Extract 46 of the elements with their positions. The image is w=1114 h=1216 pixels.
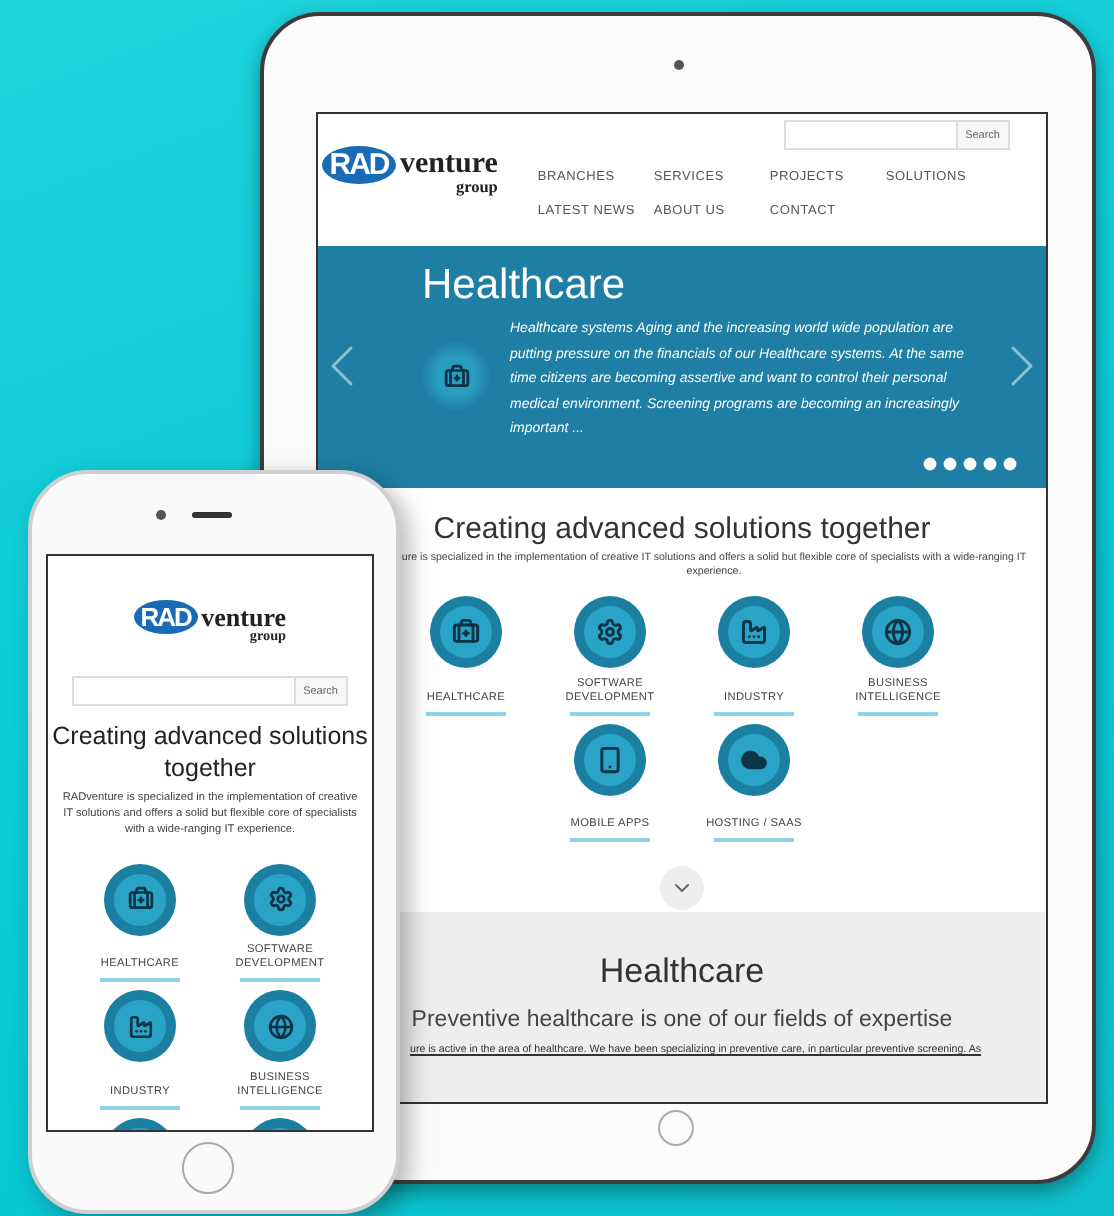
service-icon-circle[interactable] xyxy=(244,990,316,1063)
label-underline xyxy=(100,978,180,983)
speaker-grille xyxy=(192,512,232,518)
service-icon-circle[interactable] xyxy=(574,723,646,796)
feature-subtitle: Preventive healthcare is one of our fields of expertise xyxy=(411,1008,953,1032)
medical-kit-icon xyxy=(422,342,490,410)
label-underline xyxy=(100,1105,180,1110)
globe-icon xyxy=(884,618,912,647)
section-heading: Creating advanced solutions together xyxy=(433,512,931,546)
cloud-icon xyxy=(740,745,768,774)
factory-icon xyxy=(740,618,768,647)
smartphone-icon xyxy=(596,745,624,774)
service-icon-circle[interactable] xyxy=(862,596,934,669)
label-underline xyxy=(570,711,650,716)
hero-title: Healthcare xyxy=(422,262,628,310)
logo-wordmark: venture xyxy=(201,601,287,633)
feature-title: Healthcare xyxy=(599,952,765,992)
service-icon-circle[interactable] xyxy=(430,596,502,669)
logo-wordmark: venture xyxy=(400,148,498,182)
medical-kit-icon xyxy=(452,618,480,647)
service-icon-circle[interactable] xyxy=(718,596,790,669)
service-icon-circle[interactable] xyxy=(104,990,176,1063)
service-icon-circle[interactable] xyxy=(718,723,790,796)
service-icon-circle[interactable] xyxy=(574,596,646,669)
scroll-down-button[interactable] xyxy=(660,866,704,910)
medical-kit-icon xyxy=(127,886,153,913)
camera-icon xyxy=(674,60,684,70)
label-underline xyxy=(240,978,320,983)
label-underline xyxy=(714,711,794,716)
logo-tagline: group xyxy=(455,180,498,197)
logo-mark: RAD xyxy=(133,600,198,634)
camera-icon xyxy=(156,510,166,520)
label-underline xyxy=(240,1105,320,1110)
factory-icon xyxy=(127,1013,153,1040)
label-underline xyxy=(858,711,938,716)
section-heading: Creating advanced solutions together xyxy=(50,722,370,785)
service-icon-circle[interactable] xyxy=(244,863,316,936)
carousel-dots-icon[interactable] xyxy=(922,456,1018,472)
globe-icon xyxy=(267,1013,293,1040)
service-icon-circle[interactable] xyxy=(104,863,176,936)
label-underline xyxy=(714,838,794,843)
label-underline xyxy=(570,838,650,843)
label-underline xyxy=(426,711,506,716)
logo-mark: RAD xyxy=(322,146,396,184)
gear-icon xyxy=(596,618,624,647)
gear-icon xyxy=(267,886,293,913)
